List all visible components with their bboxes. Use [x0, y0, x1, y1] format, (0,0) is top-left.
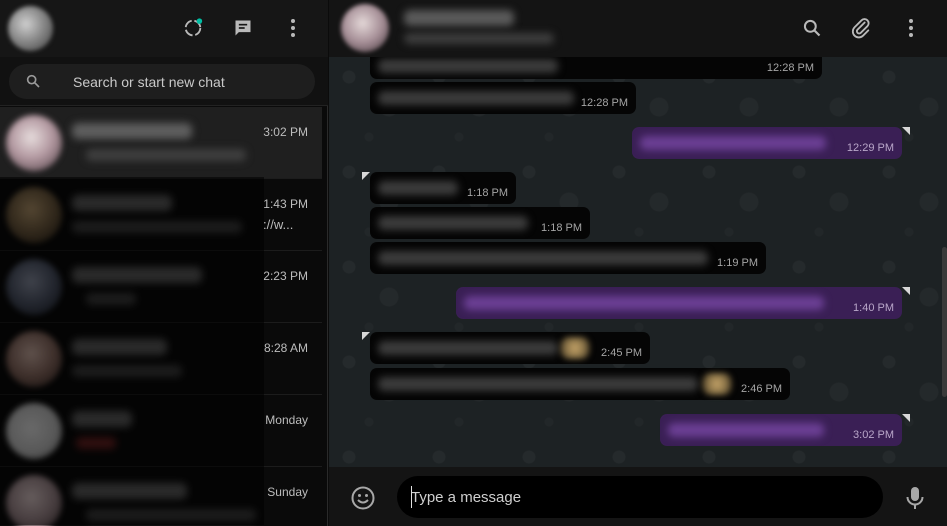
chat-name-blurred: [72, 483, 187, 499]
avatar: [6, 331, 62, 387]
chat-time: 1:43 PM: [263, 197, 308, 211]
chat-time: 2:23 PM: [263, 269, 308, 283]
paperclip-icon[interactable]: [849, 16, 873, 40]
message-time: 12:28 PM: [766, 62, 814, 74]
message-incoming[interactable]: 1:18 PM: [370, 207, 590, 239]
contact-avatar[interactable]: [341, 4, 389, 52]
message-outgoing[interactable]: 12:29 PM: [632, 127, 902, 159]
chat-snippet: ://w...: [263, 217, 294, 232]
message-incoming[interactable]: 12:28 PM: [370, 82, 636, 114]
chat-name-blurred: [72, 195, 172, 211]
chat-item[interactable]: 8:28 AM: [0, 323, 322, 395]
message-time: 12:29 PM: [846, 142, 894, 154]
bubble-tail: [902, 287, 910, 295]
message-text-blurred: [378, 377, 698, 391]
chat-name-blurred: [72, 123, 192, 139]
menu-dots-icon[interactable]: [281, 16, 305, 40]
message-text-blurred: [378, 91, 574, 105]
composer: [329, 467, 947, 526]
bubble-tail: [362, 172, 370, 180]
chat-item[interactable]: 3:02 PM: [0, 107, 322, 179]
message-incoming[interactable]: 2:46 PM: [370, 368, 790, 400]
chat-preview-blurred: [72, 221, 242, 233]
message-incoming[interactable]: 1:19 PM: [370, 242, 766, 274]
emoji-icon[interactable]: [350, 485, 376, 511]
chat-time: Sunday: [267, 485, 308, 499]
message-text-blurred: [464, 296, 824, 310]
message-text-blurred: [378, 341, 558, 355]
bubble-tail: [362, 332, 370, 340]
avatar: [6, 259, 62, 315]
chat-item[interactable]: 2:23 PM: [0, 251, 322, 323]
message-incoming[interactable]: 12:28 PM: [370, 57, 822, 79]
chat-name-blurred: [72, 267, 202, 283]
chat-item[interactable]: Sunday: [0, 467, 322, 526]
text-caret: [411, 486, 412, 508]
new-chat-icon[interactable]: [231, 16, 255, 40]
chat-name-blurred: [72, 411, 132, 427]
chat-sidebar: 3:02 PM 1:43 PM ://w... 2:23 PM 8:28 AM …: [0, 0, 328, 526]
menu-dots-icon[interactable]: [899, 16, 923, 40]
message-time: 1:18 PM: [541, 222, 582, 234]
message-time: 12:28 PM: [580, 97, 628, 109]
sidebar-header: [0, 0, 328, 57]
message-text-blurred: [378, 181, 458, 195]
scrollbar[interactable]: [942, 247, 947, 397]
message-incoming[interactable]: 2:45 PM: [370, 332, 650, 364]
chat-preview-blurred: [86, 149, 246, 161]
search-input[interactable]: [73, 64, 303, 99]
message-input[interactable]: [397, 476, 883, 518]
bubble-tail: [902, 414, 910, 422]
message-outgoing[interactable]: 1:40 PM: [456, 287, 902, 319]
message-text-blurred: [668, 423, 824, 437]
contact-status-blurred: [404, 33, 554, 44]
avatar: [6, 475, 62, 526]
message-text-blurred: [640, 136, 826, 150]
avatar: [6, 187, 62, 243]
emoji-blurred: [702, 373, 732, 395]
message-time: 2:45 PM: [601, 347, 642, 359]
conversation-panel: 12:28 PM 12:28 PM 12:29 PM 1:18 PM 1:18 …: [329, 0, 947, 526]
chat-preview-blurred: [86, 509, 256, 521]
chat-item[interactable]: Monday: [0, 395, 322, 467]
message-time: 3:02 PM: [853, 429, 894, 441]
search-icon[interactable]: [800, 16, 824, 40]
message-time: 1:19 PM: [717, 257, 758, 269]
chat-time: 3:02 PM: [263, 125, 308, 139]
emoji-blurred: [560, 337, 590, 359]
message-time: 1:40 PM: [853, 302, 894, 314]
message-outgoing[interactable]: 3:02 PM: [660, 414, 902, 446]
contact-name-blurred[interactable]: [404, 10, 514, 26]
message-text-blurred: [378, 59, 558, 73]
chat-time: Monday: [265, 413, 308, 427]
chat-list: 3:02 PM 1:43 PM ://w... 2:23 PM 8:28 AM …: [0, 107, 328, 526]
message-time: 1:18 PM: [467, 187, 508, 199]
search-icon: [25, 73, 43, 91]
message-text-blurred: [378, 216, 528, 230]
status-icon[interactable]: [181, 16, 205, 40]
chat-item[interactable]: 1:43 PM ://w...: [0, 179, 322, 251]
message-time: 2:46 PM: [741, 383, 782, 395]
my-avatar[interactable]: [8, 6, 53, 51]
message-text-blurred: [378, 251, 708, 265]
search-bar: [0, 57, 328, 106]
chat-name-blurred: [72, 339, 167, 355]
chat-preview-blurred: [76, 437, 116, 449]
message-incoming[interactable]: 1:18 PM: [370, 172, 516, 204]
avatar: [6, 115, 62, 171]
conversation-header: [329, 0, 947, 57]
microphone-icon[interactable]: [903, 485, 927, 511]
chat-preview-blurred: [72, 365, 182, 377]
chat-preview-blurred: [86, 293, 136, 305]
message-list[interactable]: 12:28 PM 12:28 PM 12:29 PM 1:18 PM 1:18 …: [329, 57, 947, 467]
chat-time: 8:28 AM: [263, 341, 308, 355]
bubble-tail: [902, 127, 910, 135]
avatar: [6, 403, 62, 459]
search-box: [9, 64, 315, 99]
